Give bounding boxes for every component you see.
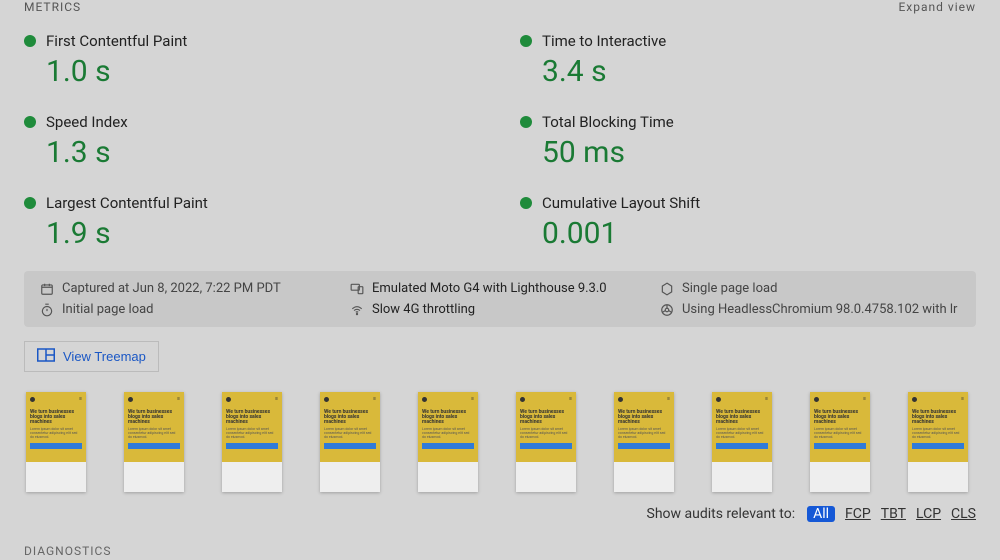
filter-chip-tbt[interactable]: TBT xyxy=(881,506,906,522)
filmstrip-frame[interactable]: ≡ We turn businesses blogs into sales ma… xyxy=(26,392,86,492)
env-throttle: Slow 4G throttling xyxy=(350,302,650,317)
env-pageload: Single page load xyxy=(660,281,960,296)
metric-value: 0.001 xyxy=(542,216,976,251)
metric-cls: Cumulative Layout Shift 0.001 xyxy=(520,184,976,265)
status-dot-icon xyxy=(24,197,36,209)
metrics-title: METRICS xyxy=(24,0,81,14)
filter-chip-cls[interactable]: CLS xyxy=(951,506,976,522)
env-captured: Captured at Jun 8, 2022, 7:22 PM PDT xyxy=(40,281,340,296)
frame-sub: Lorem ipsum dolor sit amet consectetur a… xyxy=(30,427,82,439)
env-text: Slow 4G throttling xyxy=(372,302,475,317)
wifi-icon xyxy=(350,303,364,317)
filmstrip-frame[interactable]: ≡We turn businesses blogs into sales mac… xyxy=(908,392,968,492)
treemap-icon xyxy=(37,348,55,365)
env-text: Initial page load xyxy=(62,302,154,317)
env-device: Emulated Moto G4 with Lighthouse 9.3.0 xyxy=(350,281,650,296)
audit-filter-bar: Show audits relevant to: All FCP TBT LCP… xyxy=(24,506,976,522)
filter-chip-fcp[interactable]: FCP xyxy=(845,506,871,522)
metric-value: 50 ms xyxy=(542,135,976,170)
status-dot-icon xyxy=(24,116,36,128)
metrics-section-header: METRICS Expand view xyxy=(24,0,976,22)
filmstrip: ≡ We turn businesses blogs into sales ma… xyxy=(24,392,976,492)
hexagon-icon xyxy=(660,282,674,296)
filmstrip-frame[interactable]: ≡We turn businesses blogs into sales mac… xyxy=(516,392,576,492)
metrics-grid: First Contentful Paint 1.0 s Time to Int… xyxy=(24,22,976,265)
env-text: Single page load xyxy=(682,281,777,296)
env-text: Emulated Moto G4 with Lighthouse 9.3.0 xyxy=(372,281,607,296)
calendar-icon xyxy=(40,282,54,296)
audit-filter-label: Show audits relevant to: xyxy=(647,506,796,522)
status-dot-icon xyxy=(520,116,532,128)
filmstrip-frame[interactable]: ≡We turn businesses blogs into sales mac… xyxy=(418,392,478,492)
metric-lcp: Largest Contentful Paint 1.9 s xyxy=(24,184,480,265)
metric-value: 1.3 s xyxy=(46,135,480,170)
status-dot-icon xyxy=(520,197,532,209)
chrome-icon xyxy=(660,303,674,317)
env-initial: Initial page load xyxy=(40,302,340,317)
filmstrip-frame[interactable]: ≡We turn businesses blogs into sales mac… xyxy=(712,392,772,492)
devices-icon xyxy=(350,282,364,296)
env-text: Captured at Jun 8, 2022, 7:22 PM PDT xyxy=(62,281,281,296)
env-browser: Using HeadlessChromium 98.0.4758.102 wit… xyxy=(660,302,960,317)
metric-value: 3.4 s xyxy=(542,54,976,89)
env-text: Using HeadlessChromium 98.0.4758.102 wit… xyxy=(682,302,957,317)
status-dot-icon xyxy=(24,35,36,47)
metric-name: Cumulative Layout Shift xyxy=(542,194,700,212)
treemap-label: View Treemap xyxy=(63,349,146,364)
filter-chip-lcp[interactable]: LCP xyxy=(916,506,941,522)
metric-name: Total Blocking Time xyxy=(542,113,674,131)
filmstrip-frame[interactable]: ≡We turn businesses blogs into sales mac… xyxy=(222,392,282,492)
metric-si: Speed Index 1.3 s xyxy=(24,103,480,184)
filmstrip-frame[interactable]: ≡We turn businesses blogs into sales mac… xyxy=(614,392,674,492)
metric-tti: Time to Interactive 3.4 s xyxy=(520,22,976,103)
metric-value: 1.9 s xyxy=(46,216,480,251)
metric-name: Speed Index xyxy=(46,113,128,131)
environment-bar: Captured at Jun 8, 2022, 7:22 PM PDT Emu… xyxy=(24,271,976,327)
metric-name: Largest Contentful Paint xyxy=(46,194,208,212)
stopwatch-icon xyxy=(40,303,54,317)
metric-fcp: First Contentful Paint 1.0 s xyxy=(24,22,480,103)
filmstrip-frame[interactable]: ≡We turn businesses blogs into sales mac… xyxy=(124,392,184,492)
filmstrip-frame[interactable]: ≡We turn businesses blogs into sales mac… xyxy=(810,392,870,492)
filmstrip-frame[interactable]: ≡We turn businesses blogs into sales mac… xyxy=(320,392,380,492)
metric-name: Time to Interactive xyxy=(542,32,666,50)
metric-tbt: Total Blocking Time 50 ms xyxy=(520,103,976,184)
expand-view-link[interactable]: Expand view xyxy=(898,0,976,14)
view-treemap-button[interactable]: View Treemap xyxy=(24,341,159,372)
diagnostics-header: DIAGNOSTICS xyxy=(24,544,976,558)
frame-title: We turn businesses blogs into sales mach… xyxy=(30,410,82,425)
metric-value: 1.0 s xyxy=(46,54,480,89)
filter-chip-all[interactable]: All xyxy=(807,506,835,522)
metric-name: First Contentful Paint xyxy=(46,32,187,50)
status-dot-icon xyxy=(520,35,532,47)
